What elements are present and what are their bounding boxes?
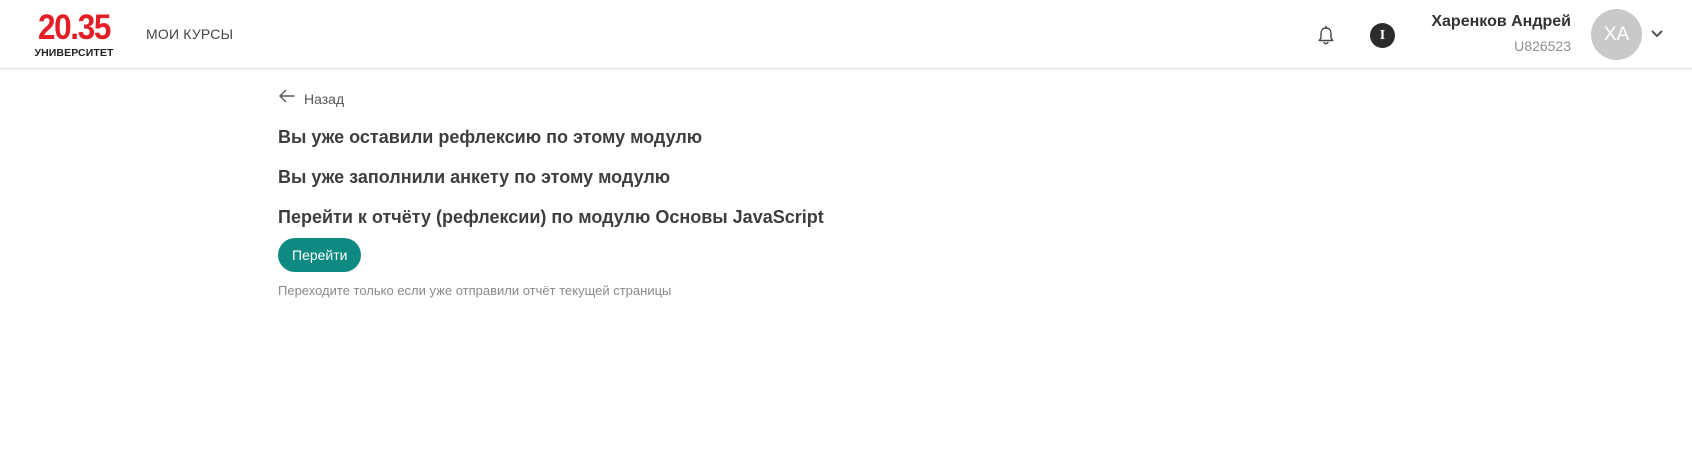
chevron-down-icon[interactable]: [1650, 27, 1664, 41]
bell-icon[interactable]: [1316, 25, 1336, 47]
logo-number: 20.35: [37, 8, 111, 47]
reflection-done-message: Вы уже оставили рефлексию по этому модул…: [278, 127, 703, 147]
nav-my-courses[interactable]: МОИ КУРСЫ: [146, 26, 233, 42]
user-id: U826523: [1514, 38, 1571, 54]
back-link[interactable]: Назад: [278, 89, 344, 108]
top-header: 20.35 УНИВЕРСИТЕТ МОИ КУРСЫ I Харенков А…: [0, 0, 1692, 69]
back-label: Назад: [304, 90, 345, 107]
survey-done-message: Вы уже заполнили анкету по этому модулю: [278, 167, 671, 187]
hint-text: Переходите только если уже отправили отч…: [278, 283, 672, 298]
logo-subtitle: УНИВЕРСИТЕТ: [34, 47, 114, 59]
go-to-report-heading: Перейти к отчёту (рефлексии) по модулю О…: [278, 207, 824, 227]
go-button[interactable]: Перейти: [278, 238, 362, 272]
info-badge[interactable]: I: [1370, 23, 1395, 48]
university-logo[interactable]: 20.35 УНИВЕРСИТЕТ: [33, 10, 115, 59]
arrow-left-icon: [278, 89, 304, 108]
avatar[interactable]: ХА: [1591, 9, 1642, 60]
user-name: Харенков Андрей: [1431, 13, 1571, 30]
